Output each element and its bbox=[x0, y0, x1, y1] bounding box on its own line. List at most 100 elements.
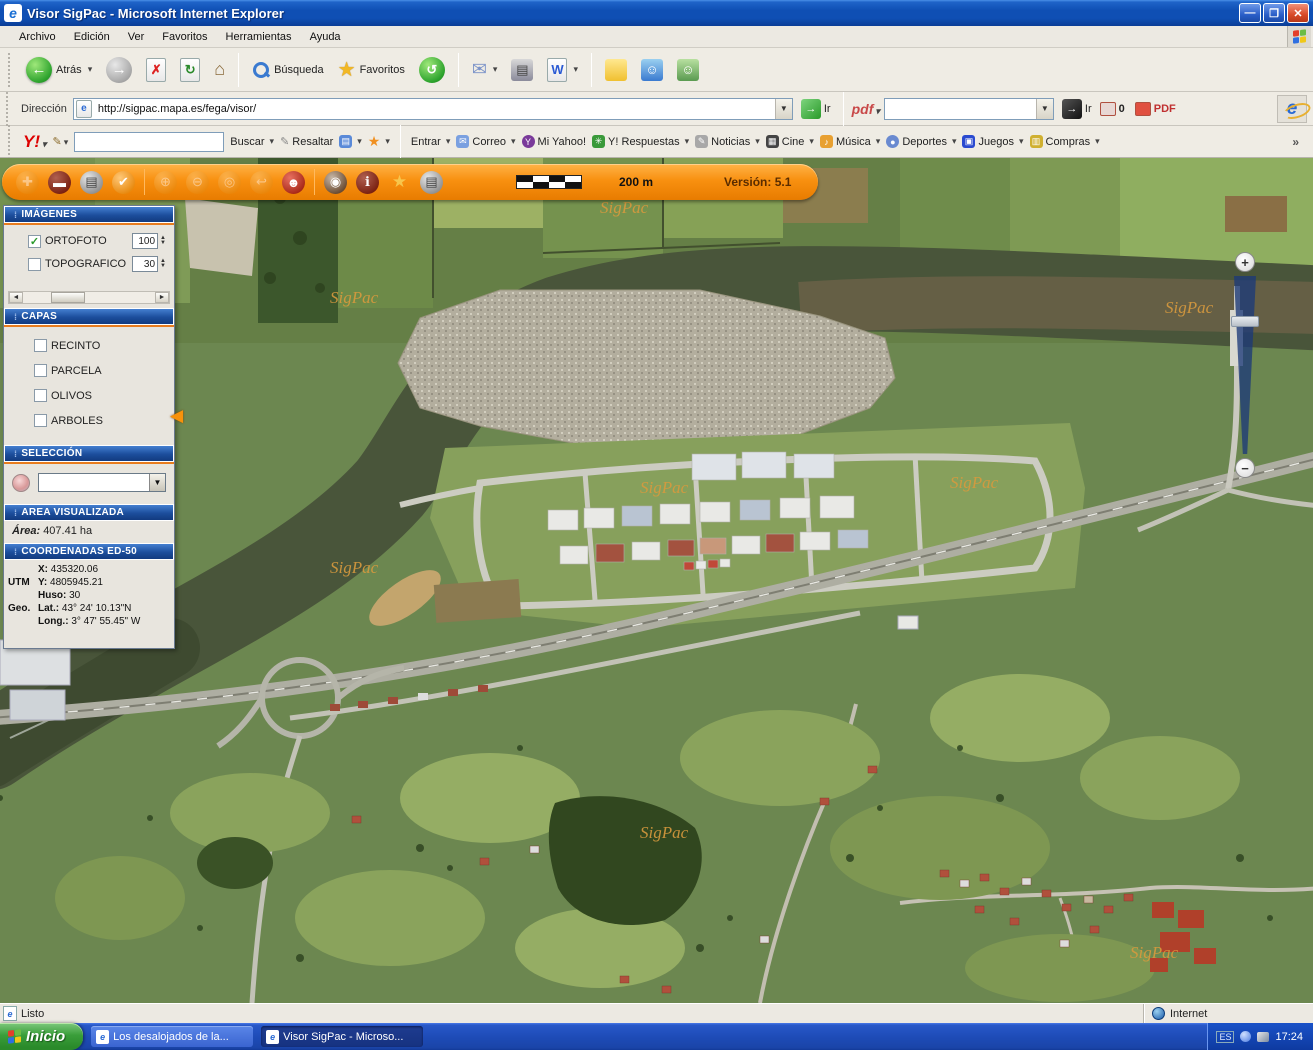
mail-button[interactable]: ✉ bbox=[467, 57, 503, 82]
address-combobox[interactable]: e http://sigpac.mapa.es/fega/visor/ ▼ bbox=[73, 98, 793, 120]
topografico-spinner[interactable]: ▲▼ bbox=[160, 259, 166, 269]
yahoo-miyahoo-button[interactable]: Y Mi Yahoo! bbox=[522, 135, 587, 148]
history-button[interactable]: ↺ bbox=[414, 55, 450, 85]
taskbar-task-2[interactable]: e Visor SigPac - Microso... bbox=[261, 1026, 423, 1047]
search-button[interactable]: Búsqueda bbox=[247, 59, 329, 81]
confirm-tool-icon[interactable]: ✔ bbox=[112, 171, 135, 194]
print-button[interactable]: ▤ bbox=[506, 57, 538, 83]
scroll-right-icon[interactable]: ► bbox=[155, 292, 169, 303]
yahoo-search-input[interactable] bbox=[74, 132, 224, 152]
yahoo-juegos-button[interactable]: ▣ Juegos bbox=[962, 135, 1023, 148]
ortofoto-checkbox[interactable]: ✓ bbox=[28, 235, 41, 248]
scrollbar-thumb[interactable] bbox=[51, 292, 85, 303]
yahoo-cine-button[interactable]: ▦ Cine bbox=[766, 135, 814, 148]
imagenes-header[interactable]: IMÁGENES bbox=[4, 206, 174, 223]
seleccion-dropdown-icon[interactable]: ▼ bbox=[149, 474, 165, 491]
yahoo-buscar-button[interactable]: Buscar bbox=[230, 136, 274, 148]
taskbar-task-1[interactable]: e Los desalojados de la... bbox=[91, 1026, 253, 1047]
zoom-in-tool-icon[interactable]: ⊕ bbox=[154, 171, 177, 194]
forward-button[interactable]: → bbox=[101, 55, 137, 85]
pdf-counter-button[interactable]: 0 bbox=[1100, 102, 1125, 116]
seleccion-header[interactable]: SELECCIÓN bbox=[4, 445, 174, 462]
pdf-menu-button[interactable]: pdf bbox=[852, 101, 880, 117]
minimize-button[interactable]: — bbox=[1239, 3, 1261, 23]
pdf-combobox[interactable]: ▼ bbox=[884, 98, 1054, 120]
ortofoto-spinner[interactable]: ▲▼ bbox=[160, 236, 166, 246]
yahoo-entrar-button[interactable]: Entrar bbox=[411, 136, 451, 148]
erase-tool-icon[interactable]: ▤ bbox=[80, 171, 103, 194]
seleccion-combo-value[interactable] bbox=[39, 474, 149, 491]
menu-ayuda[interactable]: Ayuda bbox=[301, 28, 350, 46]
start-button[interactable]: Inicio bbox=[0, 1023, 83, 1050]
olivos-checkbox[interactable] bbox=[34, 389, 47, 402]
yahoo-logo-button[interactable]: Y! bbox=[23, 132, 47, 152]
pdf-convert-button[interactable]: PDF bbox=[1135, 102, 1176, 116]
print-tool-icon[interactable]: ▤ bbox=[420, 171, 443, 194]
stop-button[interactable]: ✗ bbox=[141, 56, 171, 84]
zoom-in-button[interactable]: + bbox=[1235, 252, 1255, 272]
zoom-extent-tool-icon[interactable]: ◎ bbox=[218, 171, 241, 194]
menu-herramientas[interactable]: Herramientas bbox=[217, 28, 301, 46]
pdf-go-button[interactable]: → Ir bbox=[1062, 99, 1092, 119]
scroll-left-icon[interactable]: ◄ bbox=[9, 292, 23, 303]
capas-header[interactable]: CAPAS bbox=[4, 308, 174, 325]
yahoo-compras-button[interactable]: ▥ Compras bbox=[1030, 135, 1100, 148]
yahoo-musica-button[interactable]: ♪ Música bbox=[820, 135, 880, 148]
favorites-button[interactable]: ★ Favoritos bbox=[333, 55, 410, 84]
pdf-dropdown-button[interactable]: ▼ bbox=[1036, 99, 1053, 119]
toolbar-grip[interactable] bbox=[6, 92, 9, 126]
menu-archivo[interactable]: Archivo bbox=[10, 28, 65, 46]
toolbar-grip[interactable] bbox=[8, 53, 11, 87]
user-tool-icon[interactable]: ☻ bbox=[282, 171, 305, 194]
back-button[interactable]: ← Atrás bbox=[21, 55, 97, 85]
zoom-slider-handle[interactable] bbox=[1231, 316, 1259, 327]
recinto-checkbox[interactable] bbox=[34, 339, 47, 352]
close-button[interactable]: ✕ bbox=[1287, 3, 1309, 23]
parcela-checkbox[interactable] bbox=[34, 364, 47, 377]
address-url[interactable]: http://sigpac.mapa.es/fega/visor/ bbox=[94, 103, 775, 115]
arboles-checkbox[interactable] bbox=[34, 414, 47, 427]
messenger-button[interactable]: ☺ bbox=[636, 57, 668, 83]
measure-tool-icon[interactable]: ▬ bbox=[48, 171, 71, 194]
tray-volume-icon[interactable] bbox=[1257, 1032, 1269, 1042]
yahoo-bookmarks-button[interactable]: ▤ bbox=[339, 135, 362, 148]
language-indicator[interactable]: ES bbox=[1216, 1031, 1234, 1043]
yahoo-respuestas-button[interactable]: ✳ Y! Respuestas bbox=[592, 135, 689, 148]
search-tool-icon[interactable]: ◉ bbox=[324, 171, 347, 194]
menu-favoritos[interactable]: Favoritos bbox=[153, 28, 216, 46]
topografico-opacity-value[interactable]: 30 bbox=[132, 256, 158, 272]
pan-tool-icon[interactable]: ✚ bbox=[16, 171, 39, 194]
yahoo-star-button[interactable]: ★ bbox=[368, 133, 390, 150]
maximize-button[interactable]: ❐ bbox=[1263, 3, 1285, 23]
seleccion-combobox[interactable]: ▼ bbox=[38, 473, 166, 492]
ortofoto-opacity-value[interactable]: 100 bbox=[132, 233, 158, 249]
refresh-button[interactable]: ↻ bbox=[175, 56, 205, 84]
address-dropdown-button[interactable]: ▼ bbox=[775, 99, 792, 119]
toolbar-overflow-chevron[interactable]: » bbox=[1292, 135, 1299, 149]
zoom-out-button[interactable]: − bbox=[1235, 458, 1255, 478]
menu-ver[interactable]: Ver bbox=[119, 28, 154, 46]
menu-edicion[interactable]: Edición bbox=[65, 28, 119, 46]
info-tool-icon[interactable]: ℹ bbox=[356, 171, 379, 194]
yahoo-noticias-button[interactable]: ✎ Noticias bbox=[695, 135, 760, 148]
panel-collapse-arrow[interactable]: ◀ bbox=[170, 406, 183, 426]
toolbar-grip[interactable] bbox=[8, 125, 11, 159]
go-button[interactable]: → Ir bbox=[801, 99, 831, 119]
map-viewport[interactable]: SigPac SigPac SigPac SigPac SigPac SigPa… bbox=[0, 158, 1313, 1003]
discuss-button[interactable] bbox=[600, 57, 632, 83]
yahoo-deportes-button[interactable]: ● Deportes bbox=[886, 135, 956, 148]
zoom-out-tool-icon[interactable]: ⊖ bbox=[186, 171, 209, 194]
yahoo-correo-button[interactable]: ✉ Correo bbox=[456, 135, 515, 148]
star-tool-icon[interactable]: ★ bbox=[388, 171, 411, 194]
topografico-checkbox[interactable] bbox=[28, 258, 41, 271]
tray-network-icon[interactable] bbox=[1240, 1031, 1251, 1042]
messenger2-button[interactable]: ☺ bbox=[672, 57, 704, 83]
selection-stamp-icon[interactable] bbox=[12, 474, 30, 492]
yahoo-pencil-button[interactable]: ✎ bbox=[53, 135, 69, 148]
zoom-slider-track[interactable] bbox=[1234, 276, 1256, 454]
yahoo-resaltar-button[interactable]: ✎ Resaltar bbox=[280, 135, 333, 148]
edit-button[interactable]: W bbox=[542, 56, 583, 84]
previous-view-tool-icon[interactable]: ↩ bbox=[250, 171, 273, 194]
imagenes-scrollbar[interactable]: ◄ ► bbox=[8, 291, 170, 304]
home-button[interactable]: ⌂ bbox=[209, 57, 230, 82]
